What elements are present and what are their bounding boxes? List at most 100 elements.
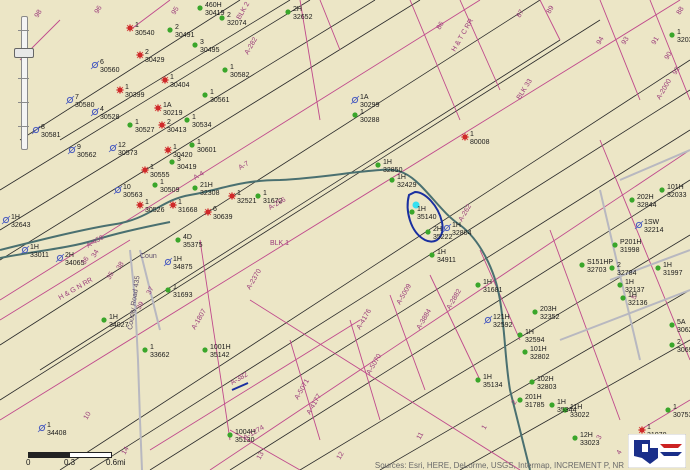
well-number: 1H xyxy=(663,262,672,269)
oil-well-icon[interactable] xyxy=(192,185,198,191)
well-number: 1 xyxy=(360,109,364,116)
map-view[interactable]: 1 30540 2 30491 3 30495 6 30560 2 30429 1 30582 1 304… xyxy=(0,0,690,470)
well-number: 1 xyxy=(150,344,154,351)
well-api: 32784 xyxy=(617,270,637,277)
oil-well-icon[interactable] xyxy=(375,162,381,168)
well-api: 30419 xyxy=(177,164,197,171)
oil-well-icon[interactable] xyxy=(227,432,233,438)
well-number: 1 xyxy=(647,424,651,431)
well-number: 8 xyxy=(41,124,45,131)
well-api: 30528 xyxy=(100,114,120,121)
oil-well-icon[interactable] xyxy=(189,142,195,148)
oil-well-icon[interactable] xyxy=(175,237,181,243)
oil-well-icon[interactable] xyxy=(620,295,626,301)
well-number: 1SW xyxy=(644,219,660,226)
oil-well-icon[interactable] xyxy=(517,397,523,403)
oil-well-icon[interactable] xyxy=(285,9,291,15)
oil-well-icon[interactable] xyxy=(142,347,148,353)
oil-well-icon[interactable] xyxy=(572,435,578,441)
grid-label: 91 xyxy=(651,36,661,46)
well-number: 1001H xyxy=(210,344,231,351)
well-number: 1 xyxy=(237,190,241,197)
well-api: 30561 xyxy=(210,97,230,104)
oil-well-icon[interactable] xyxy=(184,117,190,123)
zoom-slider-icon[interactable] xyxy=(8,10,38,155)
oil-well-icon[interactable] xyxy=(629,197,635,203)
oil-well-icon[interactable] xyxy=(529,379,535,385)
survey-label: A-262 xyxy=(458,203,473,223)
well-number: 2 xyxy=(677,339,681,346)
zoom-tick xyxy=(18,126,29,127)
well-api: 33011 xyxy=(30,252,49,259)
oil-well-icon[interactable] xyxy=(659,187,665,193)
well-api: 30419 xyxy=(205,10,225,17)
oil-well-icon[interactable] xyxy=(669,342,675,348)
oil-well-icon[interactable] xyxy=(522,349,528,355)
well-api: 30429 xyxy=(145,57,165,64)
oil-well-icon[interactable] xyxy=(101,317,107,323)
oil-well-icon[interactable] xyxy=(152,182,158,188)
oil-well-icon[interactable] xyxy=(532,309,538,315)
oil-well-icon[interactable] xyxy=(202,347,208,353)
oil-well-icon[interactable] xyxy=(579,262,585,268)
grid-label: 88 xyxy=(676,6,686,16)
permit-well-icon xyxy=(141,166,149,174)
grid-label: 10 xyxy=(83,411,93,421)
oil-well-icon[interactable] xyxy=(429,252,435,258)
oil-well-icon[interactable] xyxy=(222,67,228,73)
well-api: 34875 xyxy=(173,264,193,271)
grid-label: 34 xyxy=(91,249,101,259)
well-number: 201H xyxy=(525,394,542,401)
oil-well-icon[interactable] xyxy=(549,402,555,408)
well-number: P201H xyxy=(620,239,641,246)
zoom-track[interactable] xyxy=(21,16,28,150)
well-api: 32521 xyxy=(237,198,257,205)
well-api: 32031 xyxy=(677,37,690,44)
oil-well-icon[interactable] xyxy=(425,229,431,235)
oil-well-icon[interactable] xyxy=(475,282,481,288)
well-api: 30527 xyxy=(135,127,155,134)
well-api: 80008 xyxy=(470,139,490,146)
oil-well-icon[interactable] xyxy=(475,377,481,383)
oil-well-icon[interactable] xyxy=(169,159,175,165)
well-api: 30639 xyxy=(213,214,233,221)
oil-well-icon[interactable] xyxy=(617,282,623,288)
grid-labels: 98 959694 93 919290888987863435363739381014… xyxy=(34,5,686,461)
oil-well-icon[interactable] xyxy=(669,322,675,328)
oil-well-icon[interactable] xyxy=(665,407,671,413)
well-api: 32652 xyxy=(293,14,313,21)
oil-well-icon[interactable] xyxy=(612,242,618,248)
oil-well-icon[interactable] xyxy=(352,112,358,118)
well-number: 1 xyxy=(263,190,267,197)
well-api: 32352 xyxy=(540,314,560,321)
permit-well-icon xyxy=(461,133,469,141)
well-number: 2 xyxy=(175,24,179,31)
oil-well-icon[interactable] xyxy=(197,5,203,11)
permit-well-icon xyxy=(161,76,169,84)
well-api: 32429 xyxy=(397,182,417,189)
oil-well-icon[interactable] xyxy=(609,265,615,271)
oil-well-icon[interactable] xyxy=(655,265,661,271)
well-api: 30581 xyxy=(41,132,61,139)
well-api: 30540 xyxy=(135,30,155,37)
oil-well-icon[interactable] xyxy=(167,27,173,33)
scale-bar: 0 0.3 0.6mi xyxy=(24,449,134,469)
well-number: 101H xyxy=(530,346,547,353)
well-api: 30699 xyxy=(677,347,690,354)
oil-well-icon[interactable] xyxy=(389,177,395,183)
oil-well-icon[interactable] xyxy=(192,42,198,48)
zoom-handle[interactable] xyxy=(14,48,34,58)
survey-label: H & G N RR xyxy=(58,277,95,302)
oil-well-icon[interactable] xyxy=(127,122,133,128)
oil-well-icon[interactable] xyxy=(409,209,415,215)
oil-well-icon[interactable] xyxy=(517,332,523,338)
oil-well-icon[interactable] xyxy=(669,32,675,38)
well-number: 5A xyxy=(677,319,686,326)
zoom-tick xyxy=(18,102,29,103)
map-canvas[interactable]: 1305402304913304956305602304291305821304… xyxy=(0,0,690,470)
oil-well-icon[interactable] xyxy=(165,287,171,293)
well-api: 30299 xyxy=(360,102,380,109)
oil-well-icon[interactable] xyxy=(202,92,208,98)
well-number: 1H xyxy=(11,214,20,221)
well-api: 35134 xyxy=(483,382,503,389)
